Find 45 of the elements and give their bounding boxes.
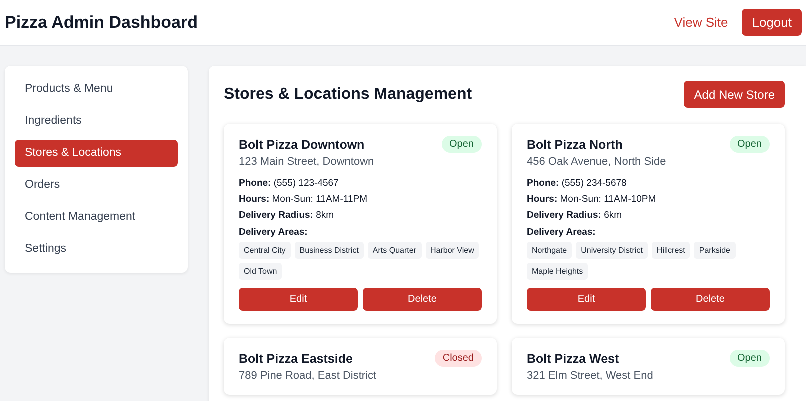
- app-title: Pizza Admin Dashboard: [5, 12, 198, 32]
- store-name: Bolt Pizza Downtown: [239, 138, 365, 152]
- store-name: Bolt Pizza North: [527, 138, 623, 152]
- view-site-link[interactable]: View Site: [674, 15, 728, 30]
- area-tag: Central City: [239, 242, 291, 259]
- sidebar-item[interactable]: Orders: [15, 172, 178, 199]
- area-tag: Hillcrest: [652, 242, 690, 259]
- store-detail: Delivery Radius: 6km: [527, 210, 624, 221]
- areas-label: Delivery Areas:: [527, 227, 597, 238]
- add-store-button[interactable]: Add New Store: [684, 81, 785, 108]
- areas-label: Delivery Areas:: [239, 227, 309, 238]
- store-address: 456 Oak Avenue, North Side: [527, 156, 668, 168]
- status-badge: Open: [730, 136, 770, 153]
- area-tag: Northgate: [527, 242, 572, 259]
- store-address: 321 Elm Street, West End: [527, 370, 654, 382]
- store-name: Bolt Pizza West: [527, 352, 620, 366]
- sidebar-item[interactable]: Ingredients: [15, 108, 178, 135]
- store-address: 789 Pine Road, East District: [239, 370, 378, 382]
- logout-button[interactable]: Logout: [742, 9, 802, 36]
- area-tag: Arts Quarter: [368, 242, 422, 259]
- edit-button[interactable]: Edit: [239, 288, 358, 311]
- sidebar-item[interactable]: Products & Menu: [15, 76, 178, 103]
- store-name: Bolt Pizza Eastside: [239, 352, 353, 366]
- store-detail: Phone: (555) 123-4567: [239, 178, 340, 189]
- store-detail: Hours: Mon-Sun: 11AM-10PM: [527, 194, 658, 205]
- status-badge: Open: [442, 136, 482, 153]
- status-badge: Open: [730, 350, 770, 367]
- store-address: 123 Main Street, Downtown: [239, 156, 376, 168]
- area-tag: Maple Heights: [527, 263, 588, 280]
- page-heading: Stores & Locations Management: [224, 86, 472, 104]
- area-tag: Old Town: [239, 263, 282, 280]
- delete-button[interactable]: Delete: [363, 288, 482, 311]
- store-detail: Phone: (555) 234-5678: [527, 178, 628, 189]
- area-tag: Harbor View: [426, 242, 480, 259]
- area-tag: Parkside: [694, 242, 736, 259]
- sidebar-item[interactable]: Settings: [15, 236, 178, 263]
- area-tag: Business District: [294, 242, 364, 259]
- store-detail: Hours: Mon-Sun: 11AM-11PM: [239, 194, 368, 205]
- sidebar-item[interactable]: Stores & Locations: [15, 140, 178, 167]
- edit-button[interactable]: Edit: [527, 288, 646, 311]
- sidebar-item[interactable]: Content Management: [15, 204, 178, 231]
- store-detail: Delivery Radius: 8km: [239, 210, 336, 221]
- status-badge: Closed: [434, 350, 482, 367]
- delete-button[interactable]: Delete: [651, 288, 770, 311]
- area-tag: University District: [576, 242, 648, 259]
